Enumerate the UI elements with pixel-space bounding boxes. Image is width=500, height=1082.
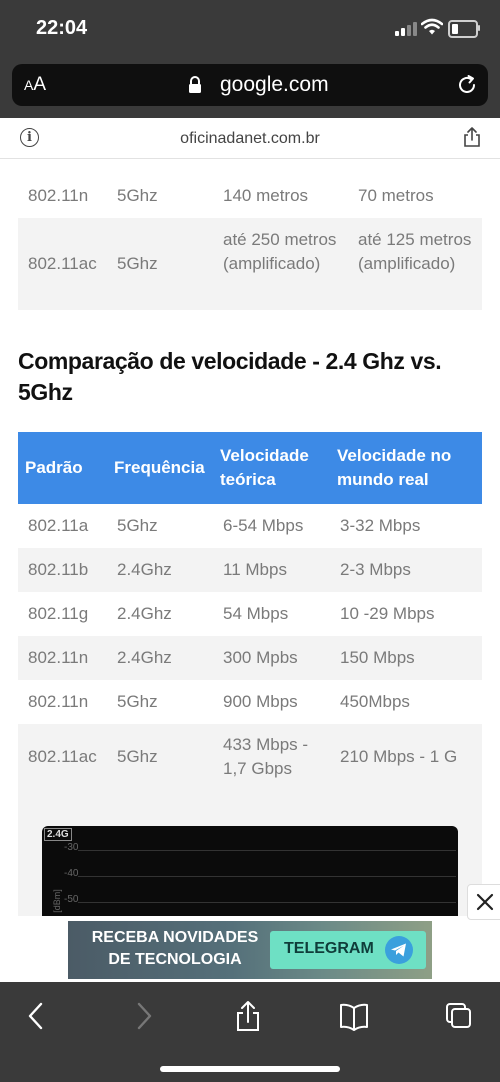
status-bar: 22:04 — [0, 0, 500, 60]
column-header: Velocidade teórica — [220, 446, 309, 489]
column-header: Frequência — [114, 458, 205, 477]
bookmarks-icon[interactable] — [338, 996, 370, 1036]
table-row: 802.11b 2.4Ghz 11 Mbps 2-3 Mbps — [18, 548, 482, 592]
unit-label: [dBm] — [51, 889, 62, 913]
lock-icon — [189, 76, 201, 93]
close-ad-button[interactable] — [467, 884, 500, 920]
table-row: 802.11n 2.4Ghz 300 Mpbs 150 Mbps — [18, 636, 482, 680]
table-row: 802.11n 5Ghz 900 Mbps 450Mbps — [28, 692, 410, 711]
tick-label: -40 — [64, 868, 79, 879]
table-row: 802.11g 2.4Ghz 54 Mbps 10 -29 Mbps — [28, 604, 435, 623]
cellular-signal-icon — [395, 22, 417, 36]
tabs-icon[interactable] — [444, 996, 474, 1036]
tick-label: -30 — [64, 842, 79, 853]
wifi-analyzer-image: 2.4G [dBm] -30 -40 -50 — [18, 790, 482, 916]
site-name: oficinadanet.com.br — [180, 130, 320, 147]
band-tag: 2.4G — [44, 828, 72, 841]
ad-banner[interactable]: RECEBA NOVIDADES DE TECNOLOGIA TELEGRAM — [68, 921, 432, 979]
tick-label: -50 — [64, 894, 79, 905]
wifi-icon — [421, 18, 443, 35]
share-icon[interactable] — [462, 126, 482, 148]
battery-icon — [448, 20, 478, 38]
reload-icon[interactable] — [456, 74, 478, 96]
ad-text: RECEBA NOVIDADES DE TECNOLOGIA — [91, 929, 259, 968]
status-time: 22:04 — [36, 17, 88, 39]
site-info-bar: i oficinadanet.com.br — [0, 118, 500, 159]
table-header: Padrão Frequência Velocidade teórica Vel… — [18, 432, 482, 504]
table-row: 802.11ac 5Ghz até 250 metros (amplificad… — [18, 218, 482, 310]
analyzer-screen: 2.4G [dBm] -30 -40 -50 — [42, 826, 458, 916]
address-bar[interactable]: AA google.com — [12, 64, 488, 106]
url-text[interactable]: google.com — [220, 73, 329, 97]
telegram-cta-label: TELEGRAM — [284, 940, 374, 957]
speed-section-heading: Comparação de velocidade - 2.4 Ghz vs. 5… — [18, 348, 442, 405]
column-header: Velocidade no mundo real — [337, 446, 452, 489]
home-indicator — [160, 1066, 340, 1072]
close-icon — [476, 893, 494, 911]
table-row: 802.11n 5Ghz 140 metros 70 metros — [28, 186, 434, 205]
telegram-icon — [385, 936, 413, 964]
share-icon[interactable] — [234, 996, 262, 1036]
table-row: 802.11ac 5Ghz 433 Mbps - 1,7 Gbps 210 Mb… — [18, 724, 482, 790]
telegram-cta-button[interactable]: TELEGRAM — [270, 931, 426, 969]
forward-icon[interactable] — [132, 996, 156, 1036]
table-row: 802.11a 5Ghz 6-54 Mbps 3-32 Mbps — [28, 516, 421, 535]
back-icon[interactable] — [24, 996, 48, 1036]
page-content[interactable]: 802.11n 2.4Ghz 250 metros 125 metros 802… — [0, 118, 500, 916]
ad-strip: RECEBA NOVIDADES DE TECNOLOGIA TELEGRAM — [0, 916, 500, 982]
reader-text-size-button[interactable]: AA — [24, 74, 46, 96]
browser-toolbar — [0, 982, 500, 1082]
column-header: Padrão — [25, 458, 83, 477]
